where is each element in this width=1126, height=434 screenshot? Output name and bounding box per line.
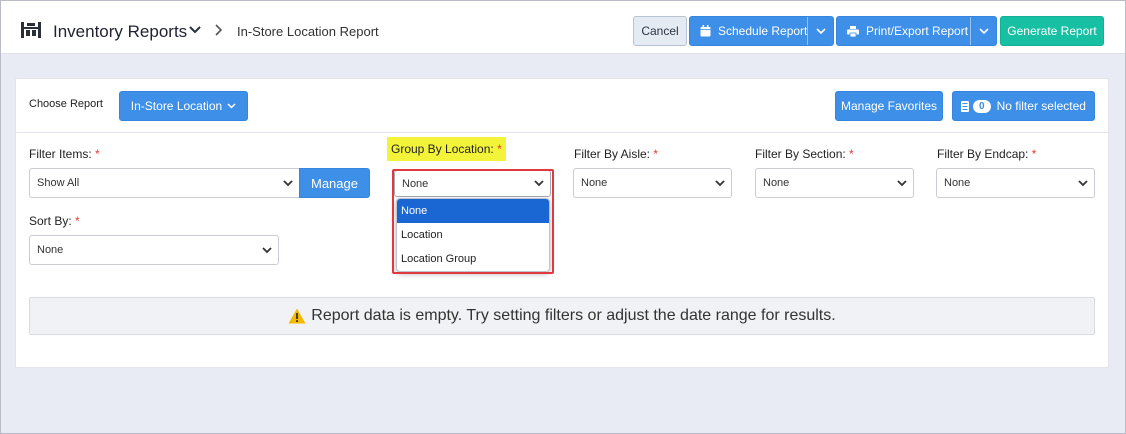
filter-endcap-value: None	[944, 177, 971, 189]
schedule-report-button[interactable]: Schedule Report	[689, 16, 834, 46]
chevron-down-icon[interactable]	[189, 25, 201, 35]
breadcrumb-current: In-Store Location Report	[237, 24, 379, 39]
required-marker: *	[497, 142, 502, 156]
app-title[interactable]: Inventory Reports	[53, 22, 187, 42]
filter-list-icon	[961, 100, 970, 112]
generate-report-button[interactable]: Generate Report	[1000, 16, 1104, 46]
section-divider	[16, 132, 1109, 133]
sort-by-value: None	[37, 244, 64, 256]
print-export-button[interactable]: Print/Export Report	[836, 16, 997, 46]
required-marker: *	[1031, 147, 1037, 161]
filter-section-value: None	[763, 177, 790, 189]
chevron-down-icon	[227, 103, 236, 109]
printer-icon	[847, 25, 859, 37]
choose-report-dropdown[interactable]: In-Store Location	[119, 91, 248, 121]
required-marker: *	[653, 147, 659, 161]
chevron-down-icon	[815, 27, 826, 34]
filter-section-label: Filter By Section: *	[755, 147, 854, 161]
chevron-down-icon	[715, 180, 725, 187]
chevron-right-icon	[215, 24, 223, 36]
cancel-button[interactable]: Cancel	[633, 16, 687, 46]
choose-report-value: In-Store Location	[130, 99, 223, 113]
empty-message-text: Report data is empty. Try setting filter…	[311, 307, 836, 324]
chevron-down-icon	[1078, 180, 1088, 187]
filter-endcap-select[interactable]: None	[936, 168, 1095, 198]
print-export-label: Print/Export Report	[866, 24, 969, 38]
filter-summary-label: No filter selected	[996, 99, 1086, 113]
chevron-down-icon	[978, 27, 989, 34]
filter-endcap-label: Filter By Endcap: *	[937, 147, 1037, 161]
empty-report-message: Report data is empty. Try setting filter…	[29, 297, 1095, 335]
filter-count-badge: 0	[973, 99, 991, 113]
calendar-icon	[700, 25, 711, 37]
filter-summary-button[interactable]: 0 No filter selected	[952, 91, 1095, 121]
chevron-down-icon	[262, 247, 272, 254]
required-marker: *	[95, 147, 100, 161]
schedule-dropdown-caret[interactable]	[807, 17, 833, 45]
filter-items-select[interactable]: Show All	[29, 168, 300, 198]
chevron-down-icon	[283, 180, 293, 187]
filter-aisle-label: Filter By Aisle: *	[574, 147, 659, 161]
required-marker: *	[75, 214, 80, 228]
filter-items-label: Filter Items: *	[29, 147, 100, 161]
filter-aisle-select[interactable]: None	[573, 168, 732, 198]
schedule-report-label: Schedule Report	[718, 24, 808, 38]
filter-items-value: Show All	[37, 177, 80, 189]
filter-section-select[interactable]: None	[755, 168, 914, 198]
required-marker: *	[849, 147, 854, 161]
manage-items-button[interactable]: Manage	[299, 168, 370, 198]
manage-favorites-button[interactable]: Manage Favorites	[835, 91, 943, 121]
sort-by-select[interactable]: None	[29, 235, 279, 265]
inventory-app-icon	[21, 22, 41, 38]
group-by-location-label: Group By Location: *	[387, 137, 506, 161]
sort-by-label: Sort By: *	[29, 214, 80, 228]
print-export-dropdown-caret[interactable]	[970, 17, 996, 45]
highlight-callout-box	[392, 169, 554, 274]
choose-report-label: Choose Report	[29, 98, 103, 110]
warning-icon	[288, 308, 306, 324]
chevron-down-icon	[897, 180, 907, 187]
filter-aisle-value: None	[581, 177, 608, 189]
